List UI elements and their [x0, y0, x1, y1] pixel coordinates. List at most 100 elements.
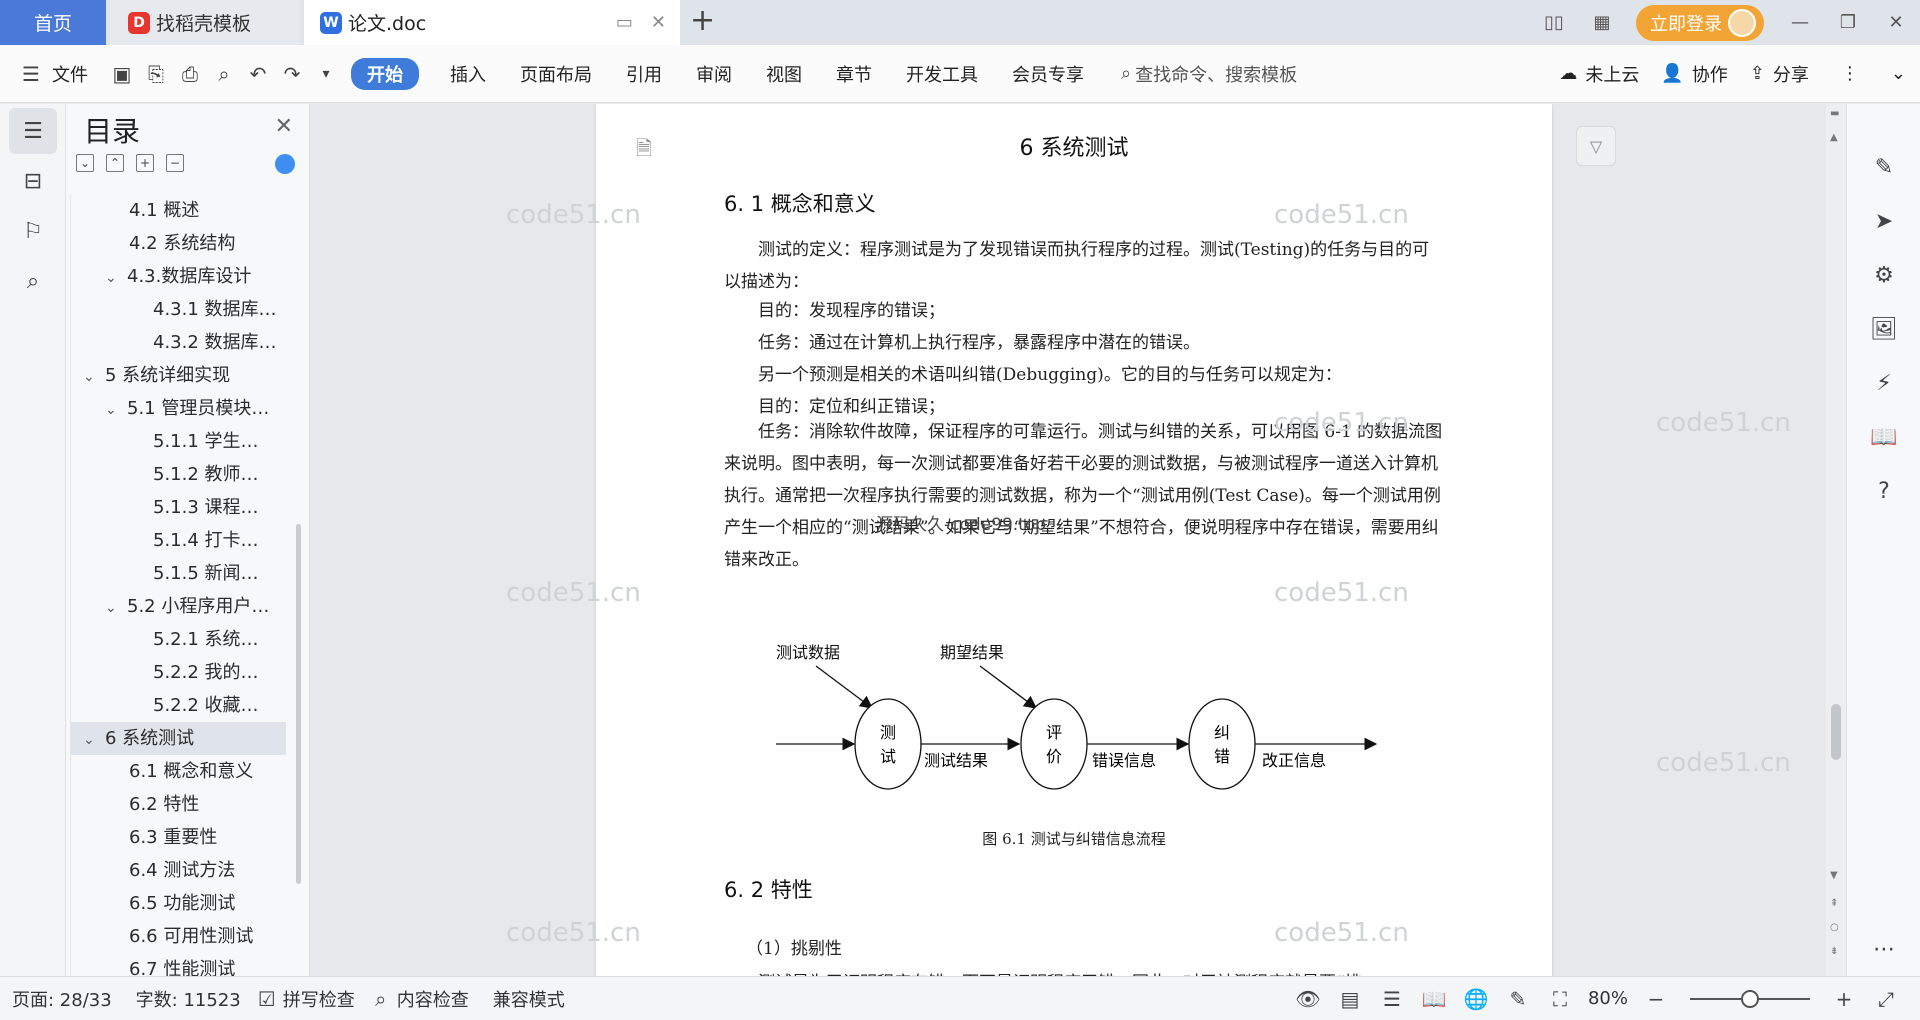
- outline-view-icon[interactable]: ☰: [1378, 987, 1406, 1011]
- fullscreen-icon[interactable]: ⤢: [1872, 987, 1900, 1011]
- adjust-sliders-icon[interactable]: ⚙: [1847, 248, 1920, 302]
- next-page-icon[interactable]: ⇟: [1830, 946, 1838, 957]
- chevron-down-icon[interactable]: ⌄: [105, 592, 127, 623]
- cloud-status[interactable]: 未上云: [1585, 61, 1639, 87]
- expand-up-icon[interactable]: ⌃: [106, 154, 124, 172]
- toc-nav-icon[interactable]: ☰: [9, 108, 57, 154]
- tab-page-layout[interactable]: 页面布局: [503, 61, 609, 87]
- toc-item[interactable]: 4.3.1 数据库…: [71, 293, 286, 326]
- toc-item[interactable]: ⌄ 5.2 小程序用户…: [71, 590, 286, 623]
- web-view-icon[interactable]: 🌐: [1462, 987, 1490, 1011]
- tab-document[interactable]: W 论文.doc ▭ ✕: [304, 0, 680, 45]
- tab-developer[interactable]: 开发工具: [889, 61, 995, 87]
- tab-home[interactable]: 首页: [0, 0, 106, 45]
- toc-item[interactable]: 6.1 概念和意义: [71, 755, 286, 788]
- ai-assist-icon[interactable]: [275, 154, 295, 174]
- zoom-level[interactable]: 80%: [1588, 988, 1628, 1009]
- file-menu[interactable]: 文件: [48, 61, 105, 87]
- toc-item[interactable]: 6.3 重要性: [71, 821, 286, 854]
- more-quick-icon[interactable]: ▾: [309, 66, 343, 82]
- zoom-knob[interactable]: [1741, 989, 1759, 1008]
- tab-review[interactable]: 审阅: [679, 61, 749, 87]
- spell-check-button[interactable]: 拼写检查: [281, 986, 367, 1012]
- window-detach-icon[interactable]: ▭: [616, 12, 633, 33]
- tab-start[interactable]: 开始: [351, 57, 419, 90]
- toc-item[interactable]: 5.1.4 打卡…: [71, 524, 286, 557]
- export-icon[interactable]: ⎘: [139, 62, 173, 86]
- share-button[interactable]: 分享: [1773, 61, 1809, 87]
- page-view-icon[interactable]: ▤: [1336, 987, 1364, 1011]
- toc-item[interactable]: ⌄ 4.3.数据库设计: [71, 260, 286, 293]
- remove-level-icon[interactable]: −: [166, 154, 184, 172]
- chevron-down-icon[interactable]: ⌄: [105, 394, 127, 425]
- toc-item[interactable]: 5.1.5 新闻…: [71, 557, 286, 590]
- document-page[interactable]: 🗎 6 系统测试 6. 1 概念和意义 测试的定义：程序测试是为了发现错误而执行…: [596, 104, 1552, 976]
- outline-nav-icon[interactable]: ⊟: [9, 158, 57, 204]
- add-level-icon[interactable]: +: [136, 154, 154, 172]
- edit-pen-icon[interactable]: ✎: [1847, 140, 1920, 194]
- chevron-down-icon[interactable]: ⌄: [105, 262, 127, 293]
- new-tab-button[interactable]: +: [690, 6, 715, 36]
- toc-item[interactable]: ⌄ 6 系统测试: [71, 722, 286, 755]
- toc-item[interactable]: 6.6 可用性测试: [71, 920, 286, 953]
- scroll-up-icon[interactable]: ▲: [1830, 132, 1838, 143]
- select-cursor-icon[interactable]: ➤: [1847, 194, 1920, 248]
- restore-icon[interactable]: ❐: [1824, 12, 1872, 33]
- document-scrollbar[interactable]: ▬ ▲ ▼ ⇞ ○ ⇟: [1826, 104, 1846, 976]
- toc-item[interactable]: 5.2.2 我的…: [71, 656, 286, 689]
- toc-item[interactable]: 5.2.2 收藏…: [71, 689, 286, 722]
- toc-item[interactable]: 6.4 测试方法: [71, 854, 286, 887]
- toc-scrollbar[interactable]: [296, 524, 301, 884]
- prev-page-icon[interactable]: ⇞: [1830, 898, 1838, 909]
- redo-icon[interactable]: ↷: [275, 62, 309, 86]
- login-button[interactable]: 立即登录: [1636, 4, 1764, 41]
- tab-daoke-templates[interactable]: D 找稻壳模板: [110, 0, 300, 45]
- tab-insert[interactable]: 插入: [433, 61, 503, 87]
- content-check-button[interactable]: 内容检查: [395, 986, 481, 1012]
- chevron-down-icon[interactable]: ⌄: [83, 361, 105, 392]
- command-search[interactable]: ⌕ 查找命令、搜索模板: [1121, 61, 1297, 87]
- more-options-icon[interactable]: ⋯: [1847, 922, 1920, 976]
- toc-item[interactable]: ⌄ 5.1 管理员模块…: [71, 392, 286, 425]
- tab-references[interactable]: 引用: [609, 61, 679, 87]
- zoom-slider[interactable]: [1690, 989, 1810, 1008]
- close-icon[interactable]: ✕: [275, 114, 293, 139]
- toc-item[interactable]: 6.2 特性: [71, 788, 286, 821]
- eye-protect-icon[interactable]: 👁: [1294, 987, 1322, 1011]
- toc-item[interactable]: 5.2.1 系统…: [71, 623, 286, 656]
- write-view-icon[interactable]: ✎: [1504, 987, 1532, 1011]
- toc-item[interactable]: 5.1.2 教师…: [71, 458, 286, 491]
- collapse-all-icon[interactable]: ⌄: [76, 154, 94, 172]
- toc-item[interactable]: 6.5 功能测试: [71, 887, 286, 920]
- help-icon[interactable]: ?: [1847, 464, 1920, 518]
- save-icon[interactable]: ▣: [105, 62, 139, 86]
- word-count[interactable]: 字数: 11523: [124, 986, 253, 1012]
- close-window-icon[interactable]: ✕: [1872, 12, 1920, 33]
- minimize-icon[interactable]: —: [1776, 12, 1824, 33]
- translate-book-icon[interactable]: 📖: [1847, 410, 1920, 464]
- toc-item[interactable]: 4.3.2 数据库…: [71, 326, 286, 359]
- tab-chapter[interactable]: 章节: [819, 61, 889, 87]
- toc-item[interactable]: 6.7 性能测试: [71, 953, 286, 976]
- apps-grid-icon[interactable]: ▦: [1578, 12, 1626, 33]
- print-preview-icon[interactable]: ⌕: [207, 62, 241, 86]
- page-indicator[interactable]: 页面: 28/33: [0, 986, 124, 1012]
- image-edit-icon[interactable]: 🖼: [1847, 302, 1920, 356]
- more-icon[interactable]: ⋮: [1841, 63, 1859, 84]
- menu-icon[interactable]: ☰: [14, 62, 48, 86]
- toc-item[interactable]: ⌄ 5 系统详细实现: [71, 359, 286, 392]
- find-nav-icon[interactable]: ⌕: [9, 258, 57, 304]
- layout-toggle-icon[interactable]: ▯▯: [1530, 12, 1578, 33]
- fit-page-icon[interactable]: ⛶: [1546, 987, 1574, 1011]
- reading-view-icon[interactable]: 📖: [1420, 987, 1448, 1011]
- ai-bolt-icon[interactable]: ⚡: [1847, 356, 1920, 410]
- zoom-out-icon[interactable]: −: [1642, 987, 1670, 1011]
- bookmark-nav-icon[interactable]: ⚐: [9, 208, 57, 254]
- toc-item[interactable]: 4.2 系统结构: [71, 227, 286, 260]
- undo-icon[interactable]: ↶: [241, 62, 275, 86]
- print-icon[interactable]: ⎙: [173, 62, 207, 86]
- collapse-ribbon-icon[interactable]: ⌄: [1891, 63, 1906, 84]
- zoom-in-icon[interactable]: +: [1830, 987, 1858, 1011]
- close-tab-icon[interactable]: ✕: [651, 12, 666, 33]
- scroll-thumb[interactable]: [1831, 704, 1841, 760]
